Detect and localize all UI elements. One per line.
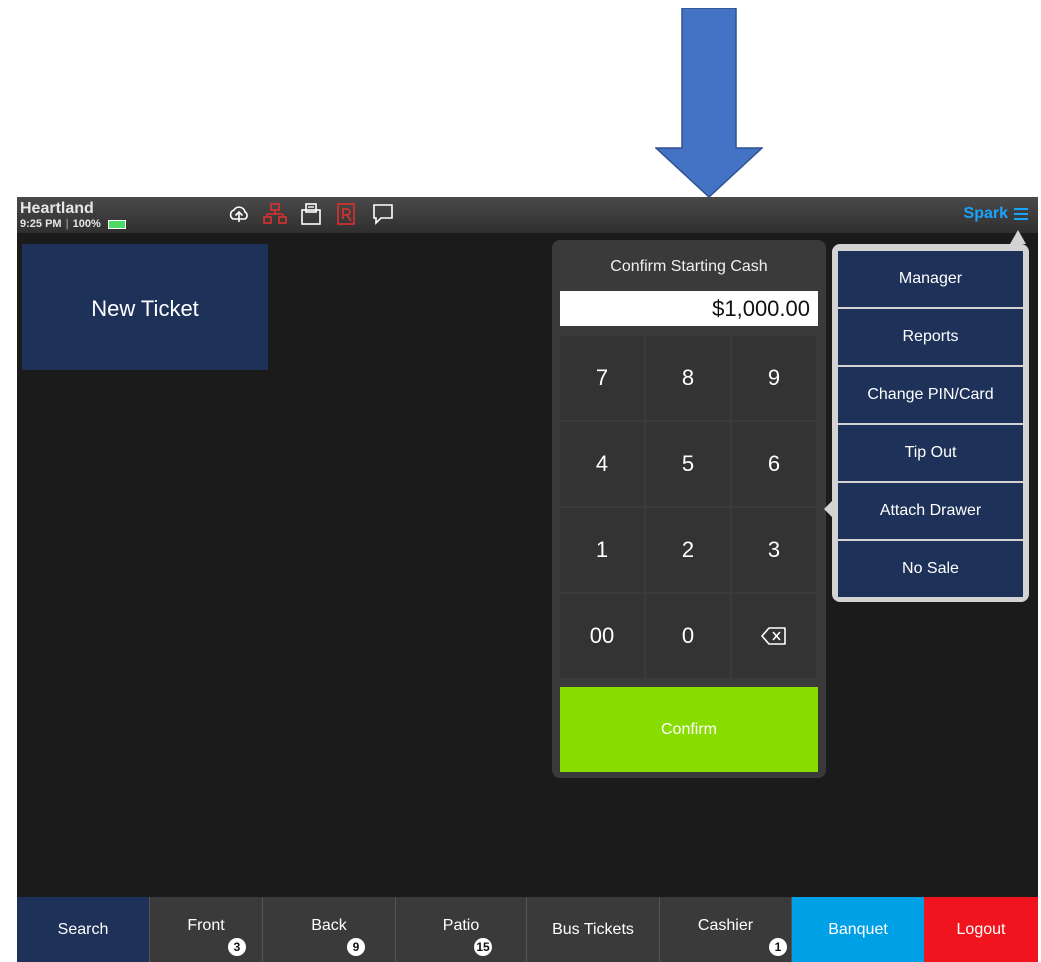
bottom-tab-bar: Search Front 3 Back 9 Patio 15 Bus Ticke… bbox=[17, 897, 1038, 962]
key-8[interactable]: 8 bbox=[646, 336, 730, 420]
backspace-key[interactable] bbox=[732, 594, 816, 678]
logout-button[interactable]: Logout bbox=[924, 897, 1038, 962]
confirm-starting-cash-dialog: Confirm Starting Cash $1,000.00 7 8 9 4 … bbox=[552, 240, 826, 778]
tab-cashier[interactable]: Cashier 1 bbox=[660, 897, 792, 962]
network-icon[interactable] bbox=[263, 202, 287, 226]
status-icons bbox=[227, 202, 395, 226]
confirm-button[interactable]: Confirm bbox=[560, 687, 818, 772]
report-icon[interactable] bbox=[335, 202, 359, 226]
tab-label: Logout bbox=[956, 920, 1006, 938]
menu-item-attach-drawer[interactable]: Attach Drawer bbox=[838, 483, 1023, 539]
tab-label: Cashier bbox=[697, 916, 754, 934]
menu-item-no-sale[interactable]: No Sale bbox=[838, 541, 1023, 597]
key-4[interactable]: 4 bbox=[560, 422, 644, 506]
new-ticket-button[interactable]: New Ticket bbox=[22, 244, 268, 370]
number-keypad: 7 8 9 4 5 6 1 2 3 00 0 bbox=[560, 336, 818, 678]
user-menu-label: Spark bbox=[963, 205, 1008, 222]
annotation-arrow-down bbox=[655, 8, 763, 198]
backspace-icon bbox=[761, 627, 786, 645]
clock: 9:25 PM bbox=[20, 218, 62, 230]
tab-label: Front bbox=[187, 916, 225, 934]
menu-pointer bbox=[1010, 230, 1026, 244]
brand-name: Heartland bbox=[20, 200, 94, 217]
tab-label: Bus Tickets bbox=[552, 920, 634, 938]
key-7[interactable]: 7 bbox=[560, 336, 644, 420]
menu-item-change-pin-card[interactable]: Change PIN/Card bbox=[838, 367, 1023, 423]
message-icon[interactable] bbox=[371, 202, 395, 226]
key-6[interactable]: 6 bbox=[732, 422, 816, 506]
tab-label: Banquet bbox=[828, 920, 888, 938]
tab-label: Back bbox=[311, 916, 347, 934]
pos-screen: Heartland 9:25 PM | 100% Spark New Ticke… bbox=[17, 197, 1038, 962]
manager-menu: Manager Reports Change PIN/Card Tip Out … bbox=[832, 244, 1029, 602]
status-bar: Heartland 9:25 PM | 100% Spark bbox=[17, 197, 1038, 233]
key-1[interactable]: 1 bbox=[560, 508, 644, 592]
menu-item-reports[interactable]: Reports bbox=[838, 309, 1023, 365]
tab-label: Patio bbox=[442, 916, 480, 934]
key-3[interactable]: 3 bbox=[732, 508, 816, 592]
tab-banquet[interactable]: Banquet bbox=[792, 897, 924, 962]
key-5[interactable]: 5 bbox=[646, 422, 730, 506]
tab-back[interactable]: Back 9 bbox=[263, 897, 396, 962]
tab-patio[interactable]: Patio 15 bbox=[396, 897, 527, 962]
count-badge: 9 bbox=[347, 938, 365, 956]
key-0[interactable]: 0 bbox=[646, 594, 730, 678]
key-00[interactable]: 00 bbox=[560, 594, 644, 678]
tab-front[interactable]: Front 3 bbox=[150, 897, 263, 962]
printer-icon[interactable] bbox=[299, 202, 323, 226]
menu-item-manager[interactable]: Manager bbox=[838, 251, 1023, 307]
key-2[interactable]: 2 bbox=[646, 508, 730, 592]
battery-percent: 100% bbox=[72, 218, 101, 230]
count-badge: 15 bbox=[474, 938, 492, 956]
hamburger-menu-icon bbox=[1014, 208, 1028, 220]
menu-item-tip-out[interactable]: Tip Out bbox=[838, 425, 1023, 481]
cloud-upload-icon[interactable] bbox=[227, 202, 251, 226]
status-meta: 9:25 PM | 100% bbox=[20, 218, 126, 230]
cash-amount-field[interactable]: $1,000.00 bbox=[560, 291, 818, 326]
tab-bus-tickets[interactable]: Bus Tickets bbox=[527, 897, 660, 962]
tab-search[interactable]: Search bbox=[17, 897, 150, 962]
count-badge: 1 bbox=[769, 938, 787, 956]
tab-label: Search bbox=[57, 920, 109, 938]
user-menu-button[interactable]: Spark bbox=[964, 205, 1028, 223]
dialog-title: Confirm Starting Cash bbox=[610, 258, 768, 275]
key-9[interactable]: 9 bbox=[732, 336, 816, 420]
battery-icon bbox=[107, 219, 126, 229]
count-badge: 3 bbox=[228, 938, 246, 956]
